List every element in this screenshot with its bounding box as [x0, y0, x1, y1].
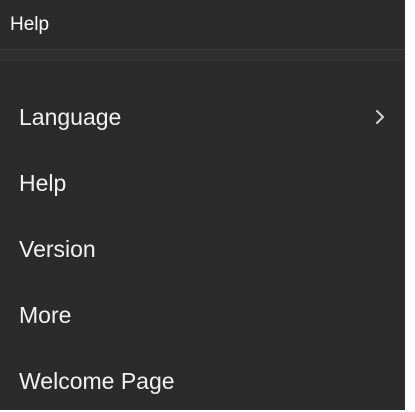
- menu-item-label: Help: [19, 170, 67, 196]
- menu-item-language[interactable]: Language: [0, 85, 405, 147]
- menu-item-more[interactable]: More: [0, 283, 405, 345]
- menu-item-welcome-page[interactable]: Welcome Page: [0, 349, 405, 411]
- help-menu-title[interactable]: Help: [10, 13, 49, 37]
- menubar: Help: [0, 0, 405, 50]
- background-edge: [405, 0, 415, 412]
- menu-item-version[interactable]: Version: [0, 217, 405, 279]
- menu-item-label: Language: [19, 104, 122, 130]
- menu-separator: [0, 50, 405, 60]
- chevron-right-icon: [373, 107, 387, 127]
- menu-item-label: Welcome Page: [19, 368, 175, 394]
- help-dropdown-menu: Language Help Version More Welcome Page: [0, 60, 405, 410]
- menu-item-label: More: [19, 302, 72, 328]
- menu-item-label: Version: [19, 236, 96, 262]
- menu-item-help[interactable]: Help: [0, 151, 405, 213]
